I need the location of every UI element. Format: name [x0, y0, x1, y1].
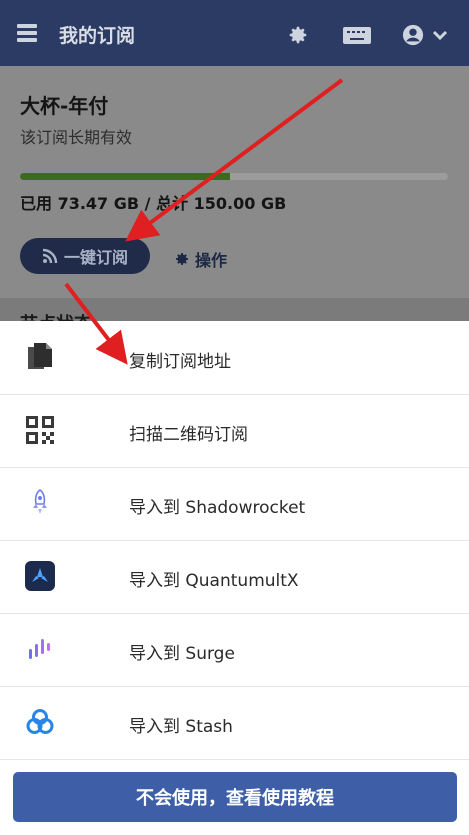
gear-icon[interactable] — [287, 24, 309, 46]
action-label: 复制订阅地址 — [129, 352, 231, 372]
gear-icon — [176, 253, 188, 265]
action-scan-qr[interactable]: 扫描二维码订阅 — [0, 394, 469, 468]
shadowrocket-icon — [33, 488, 47, 514]
keyboard-icon[interactable] — [343, 27, 371, 44]
action-label: 导入到 QuantumultX — [129, 571, 299, 591]
view-tutorial-button[interactable]: 不会使用，查看使用教程 — [13, 772, 457, 822]
stash-icon — [26, 709, 54, 734]
action-import-quantumultx[interactable]: 导入到 QuantumultX — [0, 540, 469, 614]
chevron-down-icon[interactable] — [432, 29, 448, 41]
action-label: 扫描二维码订阅 — [129, 425, 248, 445]
subscription-card: 大杯-年付 该订阅长期有效 已用 73.47 GB / 总计 150.00 GB… — [0, 66, 469, 298]
traffic-progress-bar — [20, 173, 448, 180]
menu-icon[interactable] — [17, 24, 37, 42]
action-label: 导入到 Surge — [129, 644, 235, 664]
qr-code-icon — [26, 416, 54, 444]
operate-button[interactable]: 操作 — [174, 247, 227, 271]
tutorial-button-label: 不会使用，查看使用教程 — [136, 788, 334, 809]
section-peek: 节点状态 — [0, 298, 469, 335]
action-label: 导入到 Stash — [129, 717, 233, 737]
surge-icon — [29, 639, 50, 659]
action-copy-subscription-url[interactable]: 复制订阅地址 — [0, 321, 469, 395]
traffic-usage: 已用 73.47 GB / 总计 150.00 GB — [20, 194, 287, 213]
subscribe-action-sheet: 复制订阅地址 扫描二维码订阅 导入到 Shadowrocket 导入到 Quan… — [0, 321, 469, 835]
action-import-surge[interactable]: 导入到 Surge — [0, 613, 469, 687]
action-label: 导入到 Shadowrocket — [129, 498, 306, 518]
top-bar: 我的订阅 — [0, 0, 469, 66]
operate-button-label: 操作 — [195, 251, 228, 270]
traffic-progress-fill — [20, 173, 230, 180]
quantumultx-icon — [25, 561, 55, 591]
plan-name: 大杯-年付 — [20, 94, 109, 118]
copy-icon — [28, 343, 52, 369]
user-circle-icon[interactable] — [402, 24, 424, 46]
plan-validity: 该订阅长期有效 — [20, 128, 133, 147]
rss-icon — [42, 248, 58, 264]
one-click-subscribe-button[interactable]: 一键订阅 — [20, 238, 150, 274]
action-import-stash[interactable]: 导入到 Stash — [0, 686, 469, 760]
subscribe-button-label: 一键订阅 — [63, 248, 128, 267]
page-title: 我的订阅 — [59, 25, 136, 47]
action-import-shadowrocket[interactable]: 导入到 Shadowrocket — [0, 467, 469, 541]
